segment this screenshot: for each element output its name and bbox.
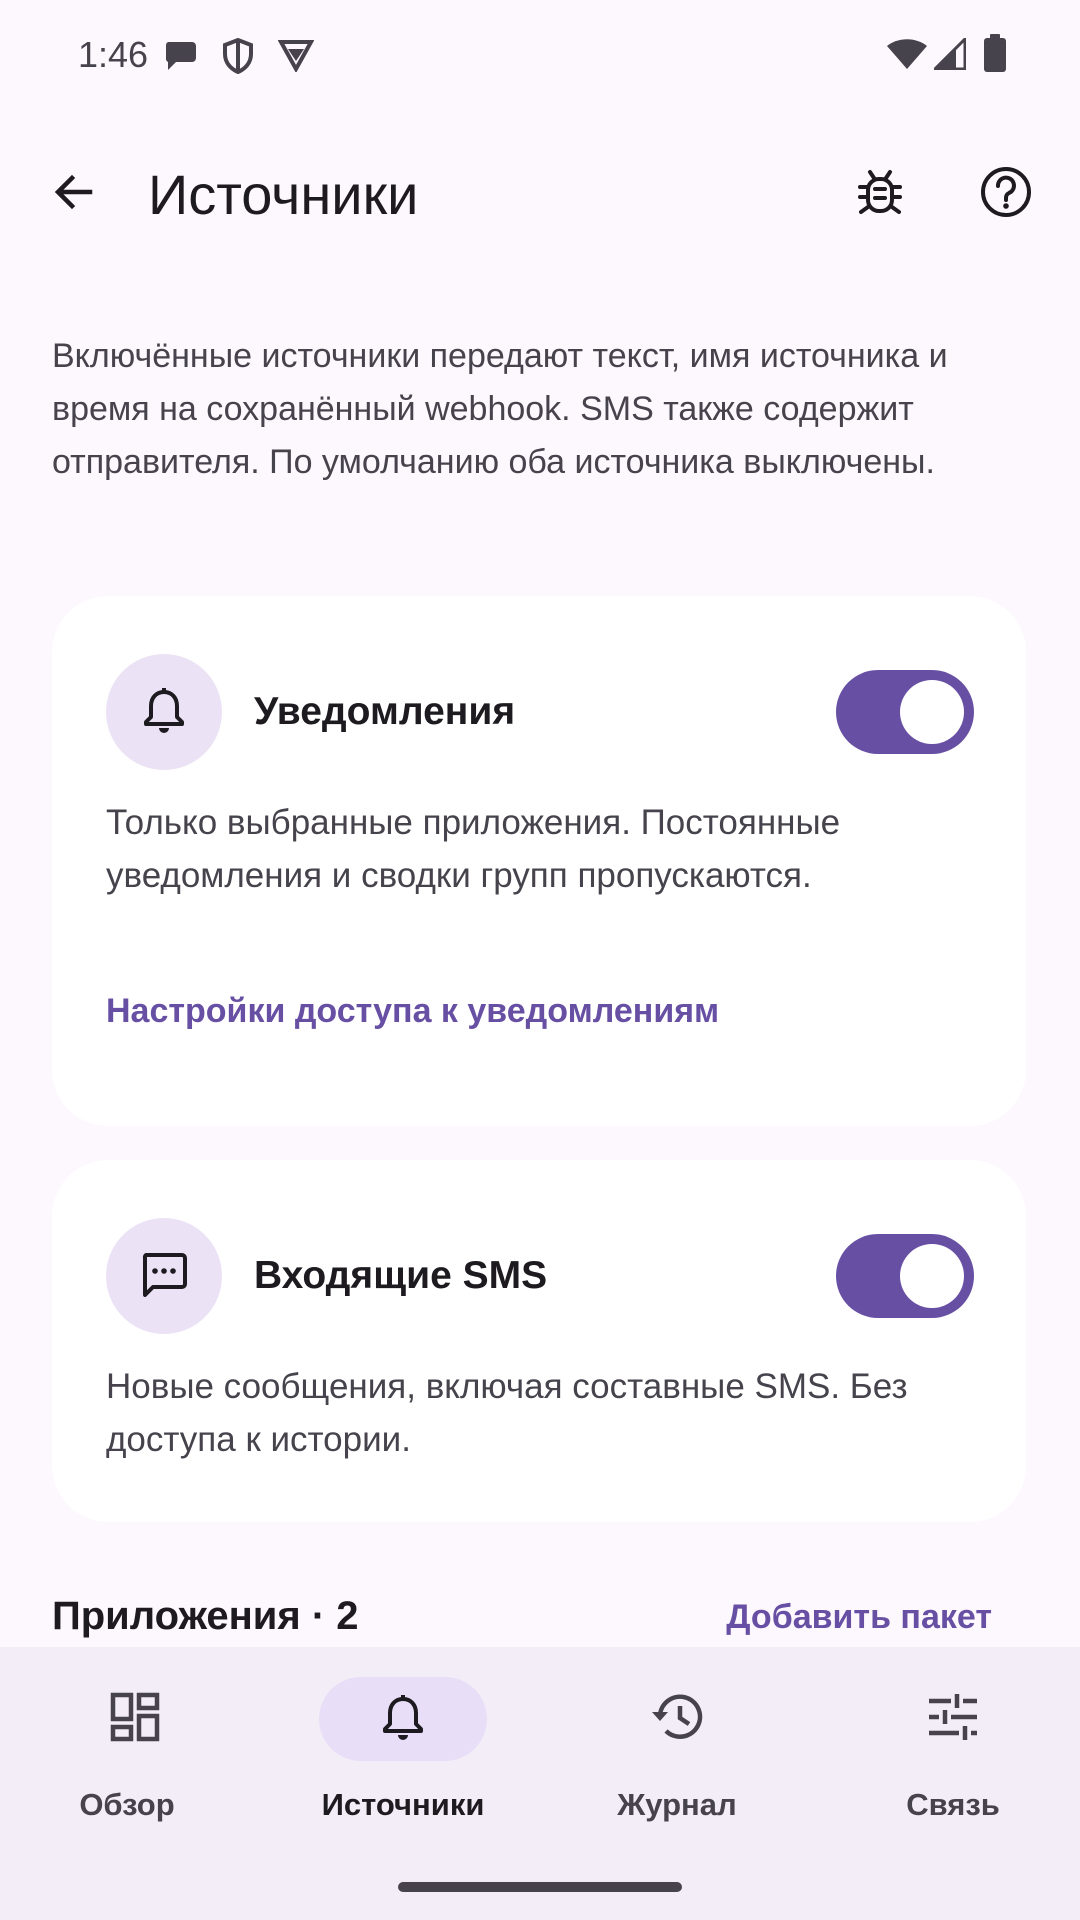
nav-indicator <box>51 1677 219 1761</box>
sms-card: Входящие SMS Новые сообщения, включая со… <box>52 1160 1026 1522</box>
notifications-title: Уведомления <box>254 690 516 733</box>
signal-icon <box>931 35 967 75</box>
apps-section-title: Приложения · 2 <box>52 1594 359 1638</box>
nav-item-connection[interactable]: Связь <box>818 1677 1080 1837</box>
notifications-card: Уведомления Только выбранные приложения.… <box>52 596 1026 1126</box>
nav-item-sources[interactable]: Источники <box>268 1677 538 1837</box>
notifications-toggle[interactable] <box>836 670 974 754</box>
arrow-back-icon <box>50 168 98 221</box>
vpn-icon <box>277 38 315 77</box>
bell-icon <box>142 687 186 738</box>
wifi-icon <box>886 38 928 75</box>
notification-access-settings-link[interactable]: Настройки доступа к уведомлениям <box>106 992 719 1031</box>
back-button[interactable] <box>26 146 122 242</box>
sms-toggle[interactable] <box>836 1234 974 1318</box>
nav-indicator <box>593 1677 761 1761</box>
status-bar: 1:46 <box>0 0 1080 110</box>
home-indicator[interactable] <box>398 1882 682 1892</box>
toggle-knob <box>900 680 964 744</box>
nav-label: Источники <box>321 1787 485 1822</box>
chat-bubble-icon <box>164 40 198 77</box>
nav-label: Связь <box>906 1787 1000 1822</box>
battery-icon <box>984 34 1006 77</box>
nav-item-journal[interactable]: Журнал <box>542 1677 812 1837</box>
sms-title: Входящие SMS <box>254 1254 548 1297</box>
sms-icon <box>140 1251 188 1302</box>
nav-indicator <box>869 1677 1037 1761</box>
dashboard-icon <box>110 1692 160 1747</box>
notifications-icon-container <box>106 654 222 770</box>
tune-icon <box>927 1692 979 1747</box>
sms-description: Новые сообщения, включая составные SMS. … <box>106 1367 908 1459</box>
toggle-knob <box>900 1244 964 1308</box>
help-icon <box>979 165 1033 224</box>
add-package-button[interactable]: Добавить пакет <box>726 1598 992 1637</box>
page-title: Источники <box>148 163 419 226</box>
bug-icon <box>855 167 905 222</box>
shield-icon <box>222 37 254 79</box>
notifications-description: Только выбранные приложения. Постоянные … <box>106 803 841 895</box>
history-icon <box>650 1692 704 1747</box>
help-button[interactable] <box>958 146 1054 242</box>
status-time: 1:46 <box>78 34 149 75</box>
nav-label: Журнал <box>617 1787 737 1822</box>
sms-icon-container <box>106 1218 222 1334</box>
nav-label: Обзор <box>79 1787 175 1822</box>
bell-icon <box>381 1694 425 1745</box>
bottom-navigation: Обзор Источники Журнал Связь <box>0 1647 1080 1920</box>
nav-item-overview[interactable]: Обзор <box>0 1677 270 1837</box>
nav-indicator <box>319 1677 487 1761</box>
intro-text: Включённые источники передают текст, имя… <box>52 337 948 481</box>
debug-button[interactable] <box>832 146 928 242</box>
